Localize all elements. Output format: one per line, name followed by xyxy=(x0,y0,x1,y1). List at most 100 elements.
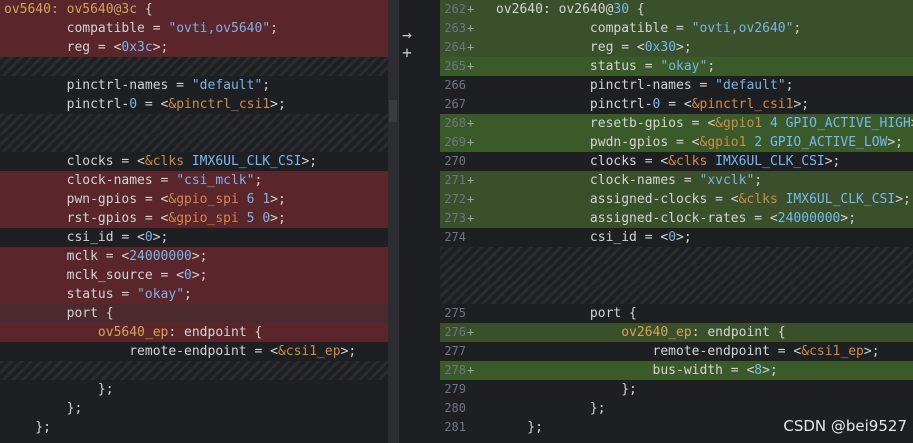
code-text[interactable]: csi_id = <0>; xyxy=(4,228,169,247)
code-text[interactable]: remote-endpoint = <&csi1_ep>; xyxy=(496,342,880,361)
line-number: 269 xyxy=(444,135,466,149)
scrollbar-thumb[interactable] xyxy=(389,100,397,122)
left-code-line: ov5640: ov5640@3c { xyxy=(0,0,388,19)
code-text[interactable]: mclk_source = <0>; xyxy=(4,266,208,285)
line-number: 274 xyxy=(444,230,466,244)
right-code-line: 278 + bus-width = <8>; xyxy=(440,361,913,380)
code-text[interactable]: clock-names = "xvclk"; xyxy=(496,171,762,190)
change-marker: + xyxy=(467,363,475,377)
change-marker: + xyxy=(467,59,475,73)
right-code-line: 273 + assigned-clock-rates = <24000000>; xyxy=(440,209,913,228)
line-number: 262 xyxy=(444,2,466,16)
left-code-line: remote-endpoint = <&csi1_ep>; xyxy=(0,342,388,361)
code-text[interactable]: bus-width = <8>; xyxy=(496,361,778,380)
change-marker: + xyxy=(467,325,475,339)
left-code-line: csi_id = <0>; xyxy=(0,228,388,247)
right-code-line: 271 + clock-names = "xvclk"; xyxy=(440,171,913,190)
change-marker: + xyxy=(467,173,475,187)
left-code-line: }; xyxy=(0,399,388,418)
apply-arrow-icon[interactable]: → xyxy=(399,27,415,43)
add-icon[interactable]: + xyxy=(399,45,415,61)
code-text[interactable]: pwn-gpios = <&gpio_spi 6 1>; xyxy=(4,190,286,209)
line-number: 263 xyxy=(444,21,466,35)
code-text[interactable]: }; xyxy=(4,399,83,418)
right-code-line: 269 + pwdn-gpios = <&gpio1 2 GPIO_ACTIVE_… xyxy=(440,133,913,152)
line-number: 267 xyxy=(444,97,466,111)
line-number: 273 xyxy=(444,211,466,225)
code-text[interactable]: csi_id = <0>; xyxy=(496,228,692,247)
right-code-line: 270 clocks = <&clks IMX6UL_CLK_CSI>; xyxy=(440,152,913,171)
line-number: 265 xyxy=(444,59,466,73)
code-text[interactable]: remote-endpoint = <&csi1_ep>; xyxy=(4,342,356,361)
code-text[interactable]: reg = <0x3c>; xyxy=(4,38,169,57)
code-text[interactable]: assigned-clock-rates = <24000000>; xyxy=(496,209,856,228)
line-number: 276 xyxy=(444,325,466,339)
line-number: 275 xyxy=(444,306,466,320)
code-text[interactable]: assigned-clocks = <&clks IMX6UL_CLK_CSI>… xyxy=(496,190,911,209)
code-text[interactable]: status = "okay"; xyxy=(4,285,192,304)
code-text[interactable]: port { xyxy=(4,304,114,323)
left-scrollbar[interactable] xyxy=(388,0,398,443)
line-number: 279 xyxy=(444,382,466,396)
line-number: 278 xyxy=(444,363,466,377)
left-code-line: pinctrl-0 = <&pinctrl_csi1>; xyxy=(0,95,388,114)
right-code-line: 280 }; xyxy=(440,399,913,418)
left-code-line: rst-gpios = <&gpio_spi 5 0>; xyxy=(0,209,388,228)
left-code-line xyxy=(0,361,388,380)
code-text[interactable]: ov5640_ep: endpoint { xyxy=(4,323,262,342)
left-code-line: }; xyxy=(0,380,388,399)
left-code-line: }; xyxy=(0,418,388,437)
right-code-line xyxy=(440,285,913,304)
code-text[interactable]: reg = <0x30>; xyxy=(496,38,692,57)
left-code-line xyxy=(0,57,388,76)
code-text[interactable]: ov2640_ep: endpoint { xyxy=(496,323,785,342)
change-marker: + xyxy=(467,40,475,54)
code-text[interactable]: pinctrl-0 = <&pinctrl_csi1>; xyxy=(496,95,809,114)
left-code-line: port { xyxy=(0,304,388,323)
code-text[interactable]: compatible = "ovti,ov2640"; xyxy=(496,19,801,38)
line-number: 280 xyxy=(444,401,466,415)
code-text[interactable]: clocks = <&clks IMX6UL_CLK_CSI>; xyxy=(496,152,840,171)
change-marker: + xyxy=(467,21,475,35)
right-code-line: 274 csi_id = <0>; xyxy=(440,228,913,247)
code-text[interactable]: }; xyxy=(496,380,637,399)
diff-viewer: ov5640: ov5640@3c { compatible = "ovti,o… xyxy=(0,0,913,443)
line-number: 266 xyxy=(444,78,466,92)
code-text[interactable]: rst-gpios = <&gpio_spi 5 0>; xyxy=(4,209,286,228)
code-text[interactable]: }; xyxy=(4,418,51,437)
left-code-line: reg = <0x3c>; xyxy=(0,38,388,57)
code-text[interactable]: resetb-gpios = <&gpio1 4 GPIO_ACTIVE_HIG… xyxy=(496,114,913,133)
change-marker: + xyxy=(467,211,475,225)
code-text[interactable]: pinctrl-names = "default"; xyxy=(496,76,794,95)
line-number: 281 xyxy=(444,420,466,434)
code-text[interactable]: pinctrl-names = "default"; xyxy=(4,76,271,95)
right-code-line: 265 + status = "okay"; xyxy=(440,57,913,76)
code-text[interactable]: clock-names = "csi_mclk"; xyxy=(4,171,263,190)
left-code-line: mclk_source = <0>; xyxy=(0,266,388,285)
left-code-line: ov5640_ep: endpoint { xyxy=(0,323,388,342)
code-text[interactable]: ov5640: ov5640@3c { xyxy=(4,0,153,19)
right-diff-pane: 262 + ov2640: ov2640@30 {263 + compatible =… xyxy=(440,0,913,443)
code-text[interactable]: }; xyxy=(4,380,114,399)
right-code-line xyxy=(440,247,913,266)
code-text[interactable]: clocks = <&clks IMX6UL_CLK_CSI>; xyxy=(4,152,317,171)
code-text[interactable]: port { xyxy=(496,304,637,323)
right-code-line: 276 + ov2640_ep: endpoint { xyxy=(440,323,913,342)
change-marker: + xyxy=(467,116,475,130)
left-code-line: pwn-gpios = <&gpio_spi 6 1>; xyxy=(0,190,388,209)
code-text[interactable]: status = "okay"; xyxy=(496,57,715,76)
code-text[interactable]: mclk = <24000000>; xyxy=(4,247,208,266)
code-text[interactable]: compatible = "ovti,ov5640"; xyxy=(4,19,278,38)
right-code-line: 267 pinctrl-0 = <&pinctrl_csi1>; xyxy=(440,95,913,114)
left-diff-pane: ov5640: ov5640@3c { compatible = "ovti,o… xyxy=(0,0,388,443)
right-code-line: 268 + resetb-gpios = <&gpio1 4 GPIO_ACTIV… xyxy=(440,114,913,133)
right-code-line: 264 + reg = <0x30>; xyxy=(440,38,913,57)
code-text[interactable]: pwdn-gpios = <&gpio1 2 GPIO_ACTIVE_LOW>; xyxy=(496,133,903,152)
code-text[interactable]: }; xyxy=(496,418,543,437)
line-number: 268 xyxy=(444,116,466,130)
code-text[interactable]: pinctrl-0 = <&pinctrl_csi1>; xyxy=(4,95,286,114)
code-text[interactable]: }; xyxy=(496,399,606,418)
line-number: 277 xyxy=(444,344,466,358)
code-text[interactable]: ov2640: ov2640@30 { xyxy=(496,0,645,19)
watermark: CSDN @bei9527 xyxy=(783,417,907,435)
